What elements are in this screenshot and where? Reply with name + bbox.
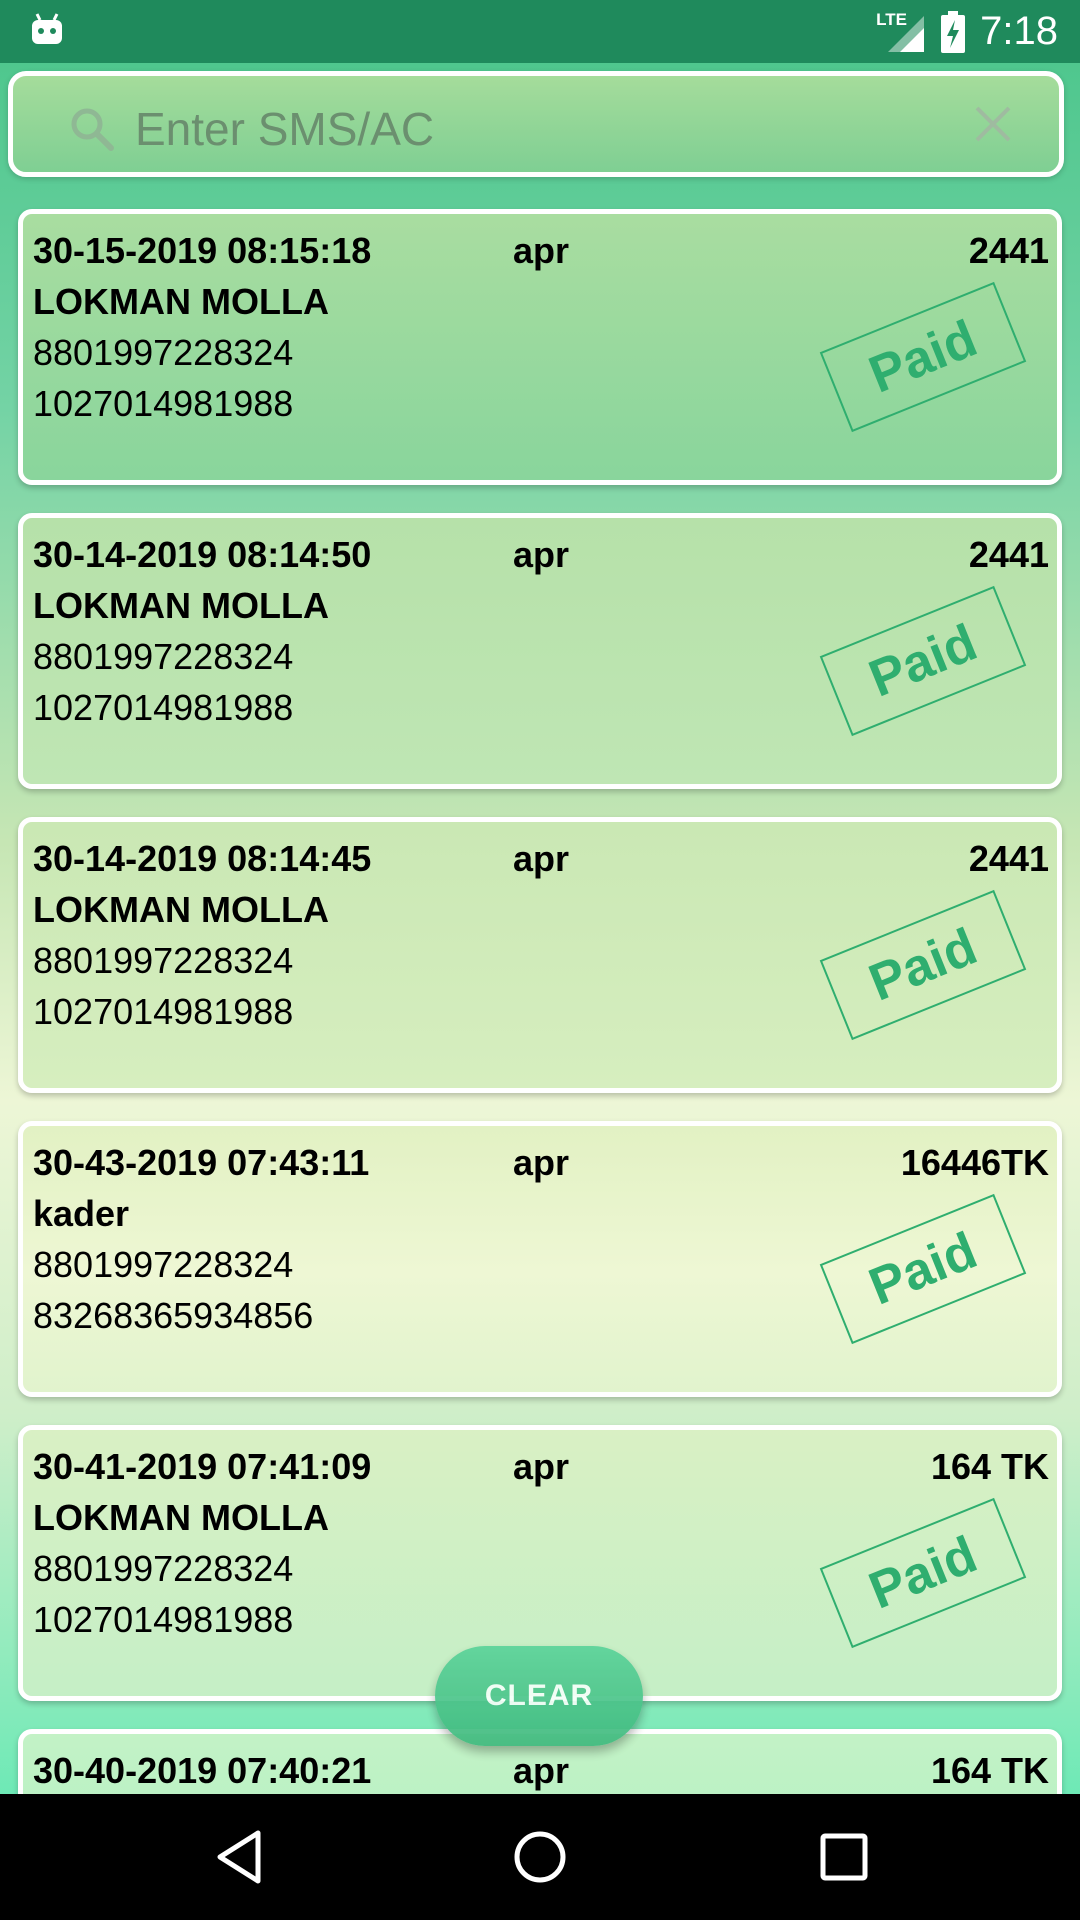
- record-month: apr: [513, 1142, 570, 1183]
- lte-signal-icon: LTE: [876, 10, 926, 54]
- record-phone: 8801997228324: [33, 332, 294, 373]
- paid-stamp: Paid: [819, 889, 1027, 1041]
- record-account: 1027014981988: [33, 991, 294, 1032]
- search-bar[interactable]: Enter SMS/AC: [8, 71, 1064, 177]
- record-datetime: 30-15-2019 08:15:18: [33, 230, 372, 271]
- record-phone: 8801997228324: [33, 1244, 294, 1285]
- recents-icon[interactable]: [814, 1827, 874, 1887]
- record-datetime: 30-14-2019 08:14:45: [33, 838, 372, 879]
- record-name: LOKMAN MOLLA: [33, 281, 329, 322]
- battery-charging-icon: [941, 10, 966, 53]
- record-account: 1027014981988: [33, 1599, 294, 1640]
- record-account: 1027014981988: [33, 687, 294, 728]
- record-card[interactable]: 30-43-2019 07:43:11 apr 16446TK kader 88…: [18, 1121, 1062, 1397]
- clock: 7:18: [980, 9, 1058, 53]
- home-icon[interactable]: [510, 1827, 570, 1887]
- record-card[interactable]: 30-14-2019 08:14:50 apr 2441 LOKMAN MOLL…: [18, 513, 1062, 789]
- search-input[interactable]: Enter SMS/AC: [135, 102, 434, 156]
- paid-stamp: Paid: [819, 585, 1027, 737]
- android-notification-icon: [32, 13, 62, 44]
- record-month: apr: [513, 1446, 570, 1487]
- record-month: apr: [513, 534, 570, 575]
- record-name: kader: [33, 1193, 130, 1234]
- close-icon[interactable]: [973, 104, 1013, 144]
- record-month: apr: [513, 230, 570, 271]
- record-datetime: 30-14-2019 08:14:50: [33, 534, 372, 575]
- record-amount: 2441: [968, 534, 1049, 575]
- status-bar: LTE 7:18: [0, 0, 1080, 63]
- record-phone: 8801997228324: [33, 940, 294, 981]
- navigation-bar: [0, 1794, 1080, 1920]
- record-card[interactable]: 30-15-2019 08:15:18 apr 2441 LOKMAN MOLL…: [18, 209, 1062, 485]
- paid-stamp: Paid: [819, 1193, 1027, 1345]
- record-card[interactable]: 30-14-2019 08:14:45 apr 2441 LOKMAN MOLL…: [18, 817, 1062, 1093]
- record-name: LOKMAN MOLLA: [33, 585, 329, 626]
- back-icon[interactable]: [212, 1827, 272, 1887]
- record-amount: 2441: [968, 230, 1049, 271]
- record-month: apr: [513, 838, 570, 879]
- record-datetime: 30-41-2019 07:41:09: [33, 1446, 372, 1487]
- paid-stamp: Paid: [819, 1497, 1027, 1649]
- paid-stamp: Paid: [819, 281, 1027, 433]
- record-phone: 8801997228324: [33, 1548, 294, 1589]
- record-name: LOKMAN MOLLA: [33, 889, 329, 930]
- sms-record-list-screen: Enter SMS/AC 30-15-2019 08:15:18 apr 244…: [0, 63, 1080, 1794]
- record-month: apr: [513, 1750, 570, 1791]
- record-name: LOKMAN MOLLA: [33, 1497, 329, 1538]
- record-amount: 164 TK: [930, 1750, 1049, 1791]
- search-icon: [71, 108, 114, 151]
- clear-button[interactable]: CLEAR: [435, 1646, 643, 1746]
- record-account: 83268365934856: [33, 1295, 314, 1336]
- record-amount: 16446TK: [900, 1142, 1049, 1183]
- record-account: 1027014981988: [33, 383, 294, 424]
- record-datetime: 30-43-2019 07:43:11: [33, 1142, 370, 1183]
- record-phone: 8801997228324: [33, 636, 294, 677]
- record-datetime: 30-40-2019 07:40:21: [33, 1750, 372, 1791]
- record-amount: 164 TK: [930, 1446, 1049, 1487]
- record-amount: 2441: [968, 838, 1049, 879]
